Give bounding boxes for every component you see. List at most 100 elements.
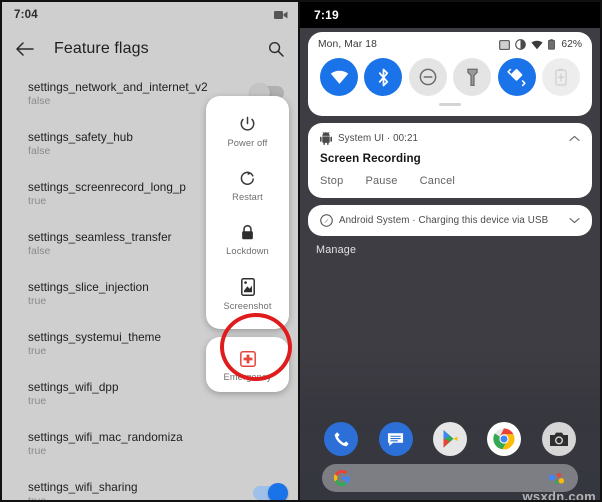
chrome-icon[interactable] — [487, 422, 522, 456]
chevron-down-icon[interactable] — [569, 217, 580, 224]
flag-value: false — [28, 95, 51, 107]
android-system-icon — [320, 214, 333, 227]
flashlight-icon — [466, 68, 478, 86]
notification-android-system[interactable]: Android System · Charging this device vi… — [308, 205, 592, 236]
restart-label: Restart — [232, 192, 263, 202]
flag-text: settings_slice_injection true — [28, 281, 149, 307]
quick-settings-panel: Mon, Mar 18 62% — [308, 32, 592, 116]
dnd-icon — [419, 68, 437, 86]
notification-screen-recording[interactable]: System UI · 00:21 Screen Recording Stop … — [308, 123, 592, 198]
flag-name: settings_network_and_internet_v2 — [28, 81, 208, 94]
play-store-icon[interactable] — [432, 422, 467, 456]
back-arrow-icon[interactable] — [16, 42, 34, 56]
right-phone-screen: 7:19 Mon, Mar 18 62% System UI · 00:21 S… — [300, 0, 602, 502]
left-status-time: 7:04 — [14, 9, 38, 21]
notification-app-name: Android System · Charging this device vi… — [339, 215, 549, 226]
auto-rotate-tile[interactable] — [497, 58, 536, 96]
emergency-button[interactable]: Emergency — [206, 351, 289, 382]
google-search-bar[interactable] — [322, 464, 578, 492]
flag-text: settings_wifi_dpp true — [28, 381, 119, 407]
left-status-icons — [274, 10, 288, 20]
restart-icon — [240, 171, 255, 185]
quick-settings-tiles[interactable] — [318, 58, 582, 96]
bluetooth-tile[interactable] — [364, 58, 403, 96]
flag-name: settings_wifi_sharing — [28, 481, 138, 494]
screenshot-button[interactable]: Screenshot — [206, 268, 289, 323]
screenshot-icon — [240, 278, 255, 296]
search-icon[interactable] — [268, 41, 284, 57]
flag-value: true — [28, 345, 47, 357]
battery-saver-icon — [555, 68, 567, 86]
stop-button[interactable]: Stop — [320, 175, 343, 187]
qs-date: Mon, Mar 18 — [318, 39, 377, 50]
emergency-label: Emergency — [223, 372, 272, 382]
qs-battery-percent: 62% — [561, 39, 582, 50]
power-icon — [240, 116, 255, 131]
camera-icon[interactable] — [541, 422, 576, 456]
flag-name: settings_systemui_theme — [28, 331, 162, 344]
notification-shade: Mon, Mar 18 62% System UI · 00:21 Screen… — [300, 28, 600, 500]
wifi-icon — [531, 40, 543, 49]
notification-header: Android System · Charging this device vi… — [320, 214, 580, 227]
lock-icon — [242, 224, 253, 240]
dnd-icon — [515, 39, 527, 50]
left-phone-screen: 7:04 Feature flags settings_network_and_… — [0, 0, 300, 502]
screen-record-icon — [274, 11, 288, 19]
flag-text: settings_wifi_sharing true — [28, 481, 138, 502]
dnd-tile[interactable] — [408, 58, 447, 96]
wifi-icon — [330, 70, 348, 84]
left-app-bar: Feature flags — [2, 28, 298, 70]
quick-settings-header: Mon, Mar 18 62% — [318, 39, 582, 50]
right-status-time: 7:19 — [314, 8, 339, 22]
google-g-icon — [334, 470, 350, 486]
battery-icon — [548, 39, 556, 50]
manage-notifications-button[interactable]: Manage — [300, 236, 600, 256]
flag-name: settings_wifi_dpp — [28, 381, 119, 394]
flag-name: settings_screenrecord_long_p — [28, 181, 186, 194]
flag-row-wifi-mac-randomization[interactable]: settings_wifi_mac_randomiza true — [2, 424, 298, 474]
flag-value: true — [28, 495, 47, 502]
flag-text: settings_screenrecord_long_p true — [28, 181, 186, 207]
flag-row-wifi-sharing[interactable]: settings_wifi_sharing true — [2, 474, 298, 502]
page-title: Feature flags — [54, 40, 149, 57]
assistant-icon[interactable] — [548, 472, 566, 485]
screenshot-label: Screenshot — [223, 301, 272, 311]
flag-value: true — [28, 295, 47, 307]
right-status-bar: 7:19 — [300, 2, 600, 28]
auto-rotate-icon — [507, 68, 526, 86]
power-menu[interactable]: Power off Restart Lockdown Screenshot Em… — [206, 96, 289, 392]
chevron-up-icon[interactable] — [569, 135, 580, 142]
flag-name: settings_wifi_mac_randomiza — [28, 431, 183, 444]
android-robot-icon — [320, 132, 332, 145]
flag-value: true — [28, 445, 47, 457]
flag-text: settings_safety_hub false — [28, 131, 133, 157]
battery-saver-tile[interactable] — [541, 58, 580, 96]
lockdown-label: Lockdown — [226, 246, 269, 256]
lockdown-button[interactable]: Lockdown — [206, 214, 289, 268]
wifi-tile[interactable] — [320, 58, 358, 96]
power-off-label: Power off — [227, 138, 268, 148]
notification-actions[interactable]: Stop Pause Cancel — [320, 175, 580, 187]
flag-value: true — [28, 195, 47, 207]
cancel-button[interactable]: Cancel — [420, 175, 455, 187]
pause-button[interactable]: Pause — [365, 175, 397, 187]
flag-name: settings_safety_hub — [28, 131, 133, 144]
flag-value: false — [28, 145, 51, 157]
left-status-bar: 7:04 — [2, 2, 298, 28]
flag-text: settings_network_and_internet_v2 false — [28, 81, 208, 107]
cast-icon — [499, 39, 511, 50]
flashlight-tile[interactable] — [453, 58, 492, 96]
messages-icon[interactable] — [378, 422, 413, 456]
flag-text: settings_systemui_theme true — [28, 331, 161, 357]
flag-name: settings_seamless_transfer — [28, 231, 172, 244]
power-off-button[interactable]: Power off — [206, 106, 289, 160]
restart-button[interactable]: Restart — [206, 160, 289, 214]
flag-toggle[interactable] — [253, 483, 288, 500]
home-dock[interactable] — [300, 422, 600, 456]
flag-value: true — [28, 395, 47, 407]
power-menu-card: Power off Restart Lockdown Screenshot — [206, 96, 289, 329]
notification-app-name: System UI · 00:21 — [338, 133, 419, 144]
phone-icon[interactable] — [324, 422, 359, 456]
flag-value: false — [28, 245, 51, 257]
quick-settings-drag-handle[interactable] — [439, 103, 461, 106]
